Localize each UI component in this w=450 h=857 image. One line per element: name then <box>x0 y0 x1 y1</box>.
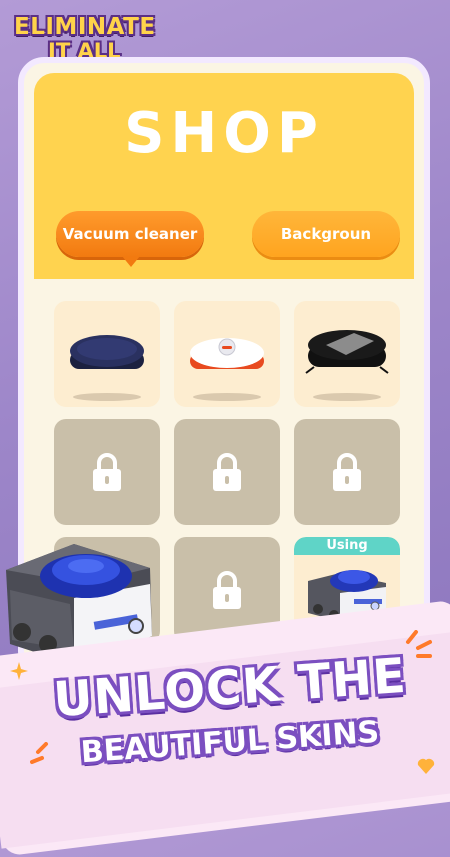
skin-tile-locked[interactable] <box>54 419 160 525</box>
black-robot-vacuum-icon <box>305 330 389 401</box>
white-red-robot-vacuum-icon <box>190 338 264 401</box>
skin-tile-black-mesh[interactable] <box>294 301 400 407</box>
skin-tile-dark-navy[interactable] <box>54 301 160 407</box>
lock-icon <box>93 453 121 491</box>
shop-header: SHOP Vacuum cleaner Backgroun <box>34 73 414 279</box>
tab-background[interactable]: Backgroun <box>252 211 400 257</box>
logo-text-line1: ELIMINATE <box>14 14 156 40</box>
dark-robot-vacuum-icon <box>70 335 144 401</box>
skin-tile-white-red[interactable] <box>174 301 280 407</box>
sparkle-icon <box>10 662 28 680</box>
heart-icon <box>417 758 435 774</box>
shop-title: SHOP <box>124 101 324 166</box>
skin-tile-locked[interactable] <box>174 419 280 525</box>
lock-icon <box>213 453 241 491</box>
lock-icon <box>333 453 361 491</box>
skin-tile-locked[interactable] <box>294 419 400 525</box>
lock-icon <box>213 571 241 609</box>
using-badge: Using <box>294 537 400 555</box>
tab-vacuum-cleaner[interactable]: Vacuum cleaner <box>56 211 204 267</box>
